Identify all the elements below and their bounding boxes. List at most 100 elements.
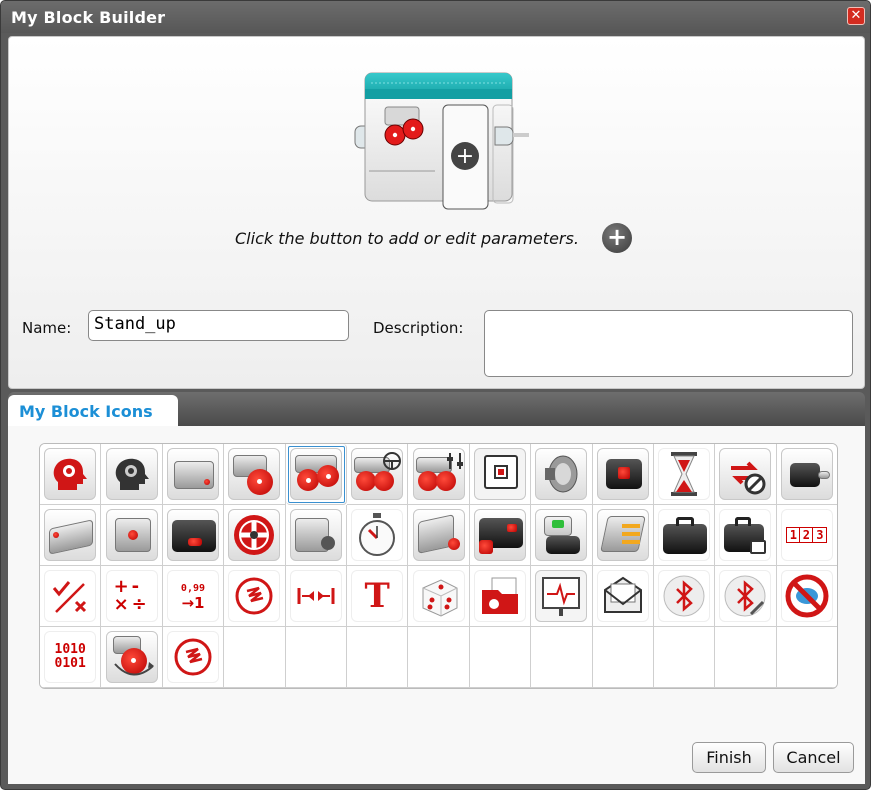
icon-cell[interactable] [40,566,102,627]
empty-icon-cell [346,627,409,688]
binary-top-text: 1010 [54,642,86,657]
icon-cell[interactable] [162,444,225,505]
round-icon: 0,99 →1 [166,570,219,622]
finish-button[interactable]: Finish [692,742,766,773]
empty-icon-cell [592,627,654,688]
brain-red-icon [44,448,97,500]
icon-grid: 1 2 3 + - × ÷ 0,99 →1 T 1010 0101 [39,443,838,689]
random-dice-icon [412,570,465,622]
add-parameters-hint: Click the button to add or edit paramete… [235,229,579,248]
icon-cell-selected[interactable] [285,444,347,505]
cancel-button[interactable]: Cancel [773,742,854,773]
icon-cell[interactable] [224,566,286,627]
name-input[interactable]: Stand_up [88,310,349,341]
icon-cell[interactable] [408,444,470,505]
icon-cell[interactable] [469,444,532,505]
icon-cell[interactable] [162,505,225,566]
plus-circle-icon: + [606,223,628,251]
icon-cell[interactable] [715,505,777,566]
icon-cell[interactable] [408,505,470,566]
empty-icon-cell [531,627,593,688]
icon-cell[interactable] [101,505,163,566]
icon-cell[interactable] [224,505,286,566]
close-icon: ✕ [850,8,862,23]
icon-cell[interactable] [653,444,716,505]
tank-motors-icon [412,448,465,500]
title-bar[interactable]: My Block Builder ✕ [1,1,870,33]
beacon-icon [473,509,526,561]
icon-cell[interactable] [40,444,102,505]
no-messages-icon [780,570,833,622]
toolbox-lock-icon [719,509,772,561]
icon-cell[interactable] [592,505,654,566]
empty-icon-cell [224,627,286,688]
toolbox-icon [658,509,711,561]
icon-cell[interactable]: T [346,566,409,627]
icon-cell[interactable] [285,566,347,627]
icon-cell[interactable] [224,444,286,505]
compare-icon [228,570,281,622]
icon-cell[interactable] [592,444,654,505]
preview-output-connector [494,126,514,146]
tab-my-block-icons[interactable]: My Block Icons [8,395,178,427]
range-icon [289,570,342,622]
color-sensor-icon [105,509,158,561]
icon-cell[interactable] [531,566,593,627]
icon-cell[interactable]: + - × ÷ [101,566,163,627]
icon-cell[interactable] [346,505,409,566]
empty-icon-cell [776,627,837,688]
description-label: Description: [373,319,464,337]
description-input[interactable] [484,310,853,377]
icon-cell[interactable]: 1 2 3 [776,505,837,566]
icon-cell[interactable] [469,505,532,566]
my-block-builder-dialog: My Block Builder ✕ + Click the button to… [0,0,871,790]
icon-cell[interactable] [653,566,716,627]
temperature-sensor-icon [535,509,588,561]
close-button[interactable]: ✕ [847,7,865,25]
move-tank-icon [289,448,342,500]
dialog-title: My Block Builder [11,8,166,27]
icon-cell[interactable] [40,505,102,566]
icons-panel: 1 2 3 + - × ÷ 0,99 →1 T 1010 0101 Finish… [8,426,865,784]
large-motor-icon [228,448,281,500]
binary-icon: 1010 0101 [44,631,97,683]
icon-cell[interactable] [469,566,532,627]
math-icon: + - × ÷ [105,570,158,622]
motor-rotate-icon [105,631,158,683]
icon-cell[interactable]: 1010 0101 [40,627,102,688]
icon-cell[interactable] [101,627,163,688]
icon-cell[interactable] [531,444,593,505]
raw-sensor-icon [166,631,219,683]
ultrasonic-sensor-icon [44,509,97,561]
icon-cell[interactable] [776,444,837,505]
icon-cell[interactable] [531,505,593,566]
icon-cell[interactable] [162,627,225,688]
round-bottom-text: →1 [181,594,205,612]
icon-cell[interactable]: 0,99 →1 [162,566,225,627]
brick-icon [166,448,219,500]
svg-text:+: + [456,144,474,169]
icon-cell[interactable] [592,566,654,627]
logic-icon [44,570,97,622]
icon-cell[interactable] [715,444,777,505]
touch-sensor-icon [289,509,342,561]
array-cell-2: 2 [800,528,814,542]
messaging-icon [596,570,649,622]
bluetooth-icon [658,570,711,622]
icon-cell[interactable] [653,505,716,566]
icon-cell[interactable] [776,566,837,627]
icon-cell[interactable] [101,444,163,505]
empty-icon-cell [408,627,470,688]
my-block-preview: + [354,72,529,210]
tab-strip: My Block Icons [8,392,865,427]
icon-cell[interactable] [715,566,777,627]
display-icon [473,448,526,500]
add-parameter-button[interactable]: + [602,223,632,253]
icon-cell[interactable] [285,505,347,566]
empty-icon-cell [285,627,347,688]
binary-bottom-text: 0101 [54,656,86,671]
icon-cell[interactable] [346,444,409,505]
empty-icon-cell [715,627,777,688]
array-cell-3: 3 [816,528,824,542]
icon-cell[interactable] [408,566,470,627]
